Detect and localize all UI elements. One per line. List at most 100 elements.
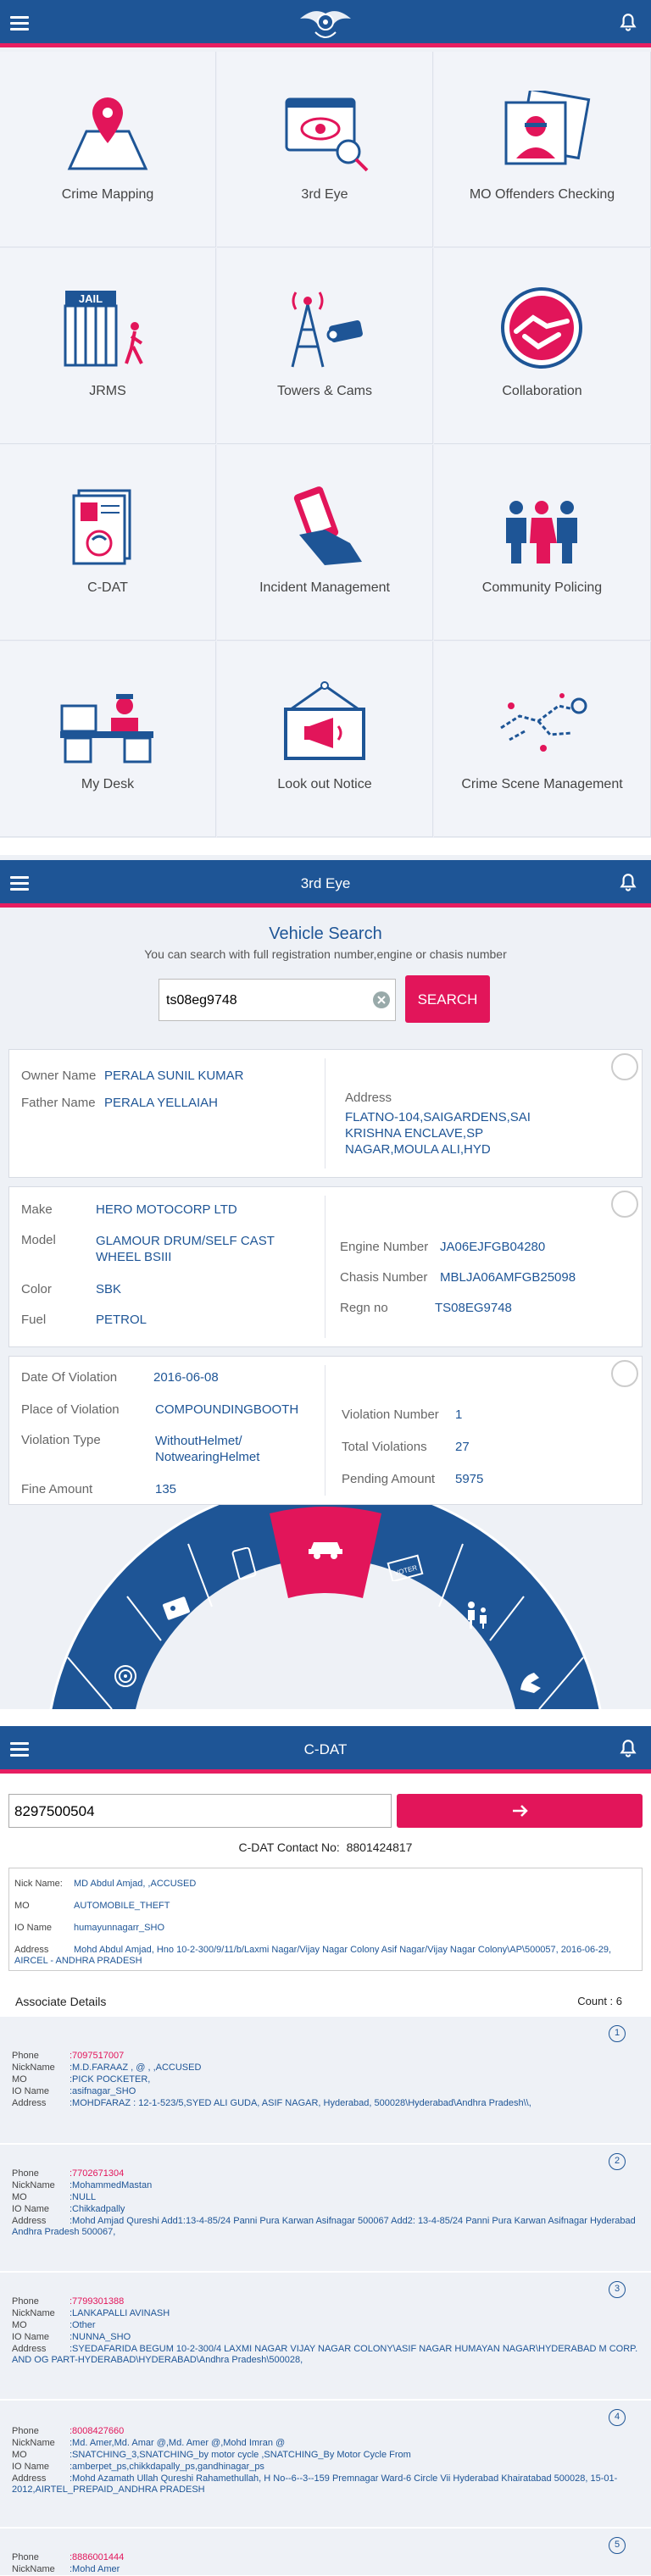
tile-3rd-eye[interactable]: 3rd Eye (217, 52, 433, 247)
tile-label: MO Offenders Checking (469, 187, 615, 202)
handshake-icon (501, 287, 582, 369)
tile-label: Collaboration (502, 384, 582, 398)
tile-crime-scene[interactable]: Crime Scene Management (434, 641, 651, 837)
phone-value[interactable]: :7097517007 (70, 2051, 124, 2061)
mo-value: AUTOMOBILE_THEFT (74, 1901, 170, 1911)
tile-incident-management[interactable]: Incident Management (217, 445, 433, 641)
mo-value: :NULL (70, 2192, 97, 2202)
family-icon[interactable] (459, 1598, 493, 1632)
tile-label: 3rd Eye (301, 187, 348, 202)
megaphone-board-icon (284, 681, 365, 760)
tile-label: Crime Scene Management (461, 777, 623, 791)
address-label: Address (12, 2344, 47, 2354)
tile-jrms[interactable]: JAIL JRMS (0, 248, 216, 444)
people-icon (506, 501, 577, 564)
car-icon[interactable] (307, 1534, 344, 1559)
id-card-icon[interactable] (161, 1593, 192, 1624)
model-label: Model (21, 1233, 56, 1247)
associate-count: Count : 6 (577, 1995, 622, 2007)
nick-label: NickName (12, 2180, 55, 2190)
mo-label: MO (12, 2074, 27, 2085)
associate-item[interactable]: 2 Phone:7702671304 NickName:MohammedMast… (0, 2145, 651, 2272)
color-label: Color (21, 1282, 52, 1296)
tile-my-desk[interactable]: My Desk (0, 641, 216, 837)
clear-icon[interactable] (373, 991, 390, 1008)
contact-number: 8801424817 (346, 1840, 413, 1854)
associate-number: 4 (609, 2409, 626, 2426)
arrow-right-button[interactable] (397, 1794, 643, 1828)
menu-icon[interactable] (10, 16, 29, 31)
associate-item[interactable]: 4 Phone:8008427660 NickName:Md. Amer,Md.… (0, 2401, 651, 2528)
total-violations-label: Total Violations (342, 1440, 427, 1454)
bell-icon[interactable] (617, 1738, 639, 1760)
address-value: :MOHDFARAZ : 12-1-523/5,SYED ALI GUDA, A… (70, 2098, 531, 2108)
third-eye-appbar: 3rd Eye (0, 860, 651, 908)
pending-label: Pending Amount (342, 1472, 436, 1486)
associate-item[interactable]: 5 Phone:8886001444 NickName:Mohd Amer (0, 2529, 651, 2576)
phone-label: Phone (12, 2051, 39, 2061)
violation-type-label: Violation Type (21, 1433, 101, 1447)
io-label: IO Name (12, 2332, 50, 2342)
associate-item[interactable]: 3 Phone:7799301388 NickName:LANKAPALLI A… (0, 2273, 651, 2400)
regn-value: TS08EG9748 (435, 1301, 512, 1315)
address-label: Address (345, 1091, 392, 1105)
svg-text:JAIL: JAIL (79, 292, 103, 305)
hand-icon[interactable] (514, 1664, 548, 1698)
tile-towers-cams[interactable]: Towers & Cams (217, 248, 433, 444)
mo-value: :Other (70, 2320, 96, 2330)
address-value: :SYEDAFARIDA BEGUM 10-2-300/4 LAXMI NAGA… (12, 2344, 638, 2365)
voter-icon[interactable]: VOTER (387, 1551, 424, 1581)
phone-value[interactable]: :8008427660 (70, 2426, 124, 2436)
associate-number: 5 (609, 2537, 626, 2554)
io-label: IO Name (12, 2204, 50, 2214)
owner-value: PERALA SUNIL KUMAR (104, 1069, 244, 1083)
nick-value: :Md. Amer,Md. Amar @,Md. Amer @,Mohd Imr… (70, 2438, 286, 2448)
tile-c-dat[interactable]: C-DAT (0, 445, 216, 641)
mo-label: MO (14, 1901, 30, 1911)
phone-value[interactable]: :7702671304 (70, 2168, 124, 2179)
vehicle-details-card: Make HERO MOTOCORP LTD Model GLAMOUR DRU… (8, 1186, 643, 1347)
appbar-title: C-DAT (303, 1741, 348, 1757)
eye-monitor-icon (285, 97, 369, 172)
fine-label: Fine Amount (21, 1482, 93, 1496)
tile-community-policing[interactable]: Community Policing (434, 445, 651, 641)
nick-label: NickName (12, 2438, 55, 2448)
father-value: PERALA YELLAIAH (104, 1096, 218, 1110)
phone-value[interactable]: :7799301388 (70, 2296, 124, 2307)
phone-value[interactable]: :8886001444 (70, 2552, 124, 2562)
vehicle-search-input[interactable]: ts08eg9748 (159, 979, 396, 1021)
violation-card: Date Of Violation 2016-06-08 Place of Vi… (8, 1356, 643, 1505)
page-title: Vehicle Search (269, 924, 382, 943)
chasis-label: Chasis Number (340, 1270, 428, 1285)
bell-icon[interactable] (617, 872, 639, 894)
violation-date-value: 2016-06-08 (153, 1370, 219, 1385)
search-button[interactable]: SEARCH (405, 975, 490, 1023)
nick-value: :M.D.FARAAZ , @ , ,ACCUSED (70, 2062, 202, 2073)
nick-value: :LANKAPALLI AVINASH (70, 2308, 170, 2318)
mo-label: MO (12, 2450, 27, 2460)
map-pin-icon (67, 97, 148, 170)
associate-header: Associate Details Count : 6 (0, 1983, 651, 2017)
nick-label: NickName (12, 2564, 55, 2574)
violation-place-value: COMPOUNDINGBOOTH (155, 1402, 299, 1417)
phone-search-input[interactable]: 8297500504 (8, 1794, 392, 1828)
tile-label: C-DAT (87, 580, 128, 595)
tile-collaboration[interactable]: Collaboration (434, 248, 651, 444)
associate-title: Associate Details (15, 1995, 107, 2008)
trash-badge-icon (611, 1360, 638, 1387)
phone-label: Phone (12, 2168, 39, 2179)
cdat-contact: C-DAT Contact No: 8801424817 (0, 1840, 651, 1854)
bell-icon[interactable] (617, 12, 639, 34)
make-value: HERO MOTOCORP LTD (96, 1202, 237, 1217)
tile-crime-mapping[interactable]: Crime Mapping (0, 52, 216, 247)
fingerprint-icon[interactable] (110, 1661, 141, 1691)
cdat-appbar: C-DAT (0, 1726, 651, 1774)
tile-mo-offenders[interactable]: MO Offenders Checking (434, 52, 651, 247)
tile-label: Community Policing (481, 580, 603, 595)
mobile-icon[interactable] (229, 1547, 259, 1581)
violation-number-value: 1 (455, 1407, 463, 1422)
io-label: IO Name (12, 2462, 50, 2472)
mo-label: MO (12, 2320, 27, 2330)
associate-item[interactable]: 1 Phone:7097517007 NickName:M.D.FARAAZ ,… (0, 2017, 651, 2144)
tile-look-out-notice[interactable]: Look out Notice (217, 641, 433, 837)
